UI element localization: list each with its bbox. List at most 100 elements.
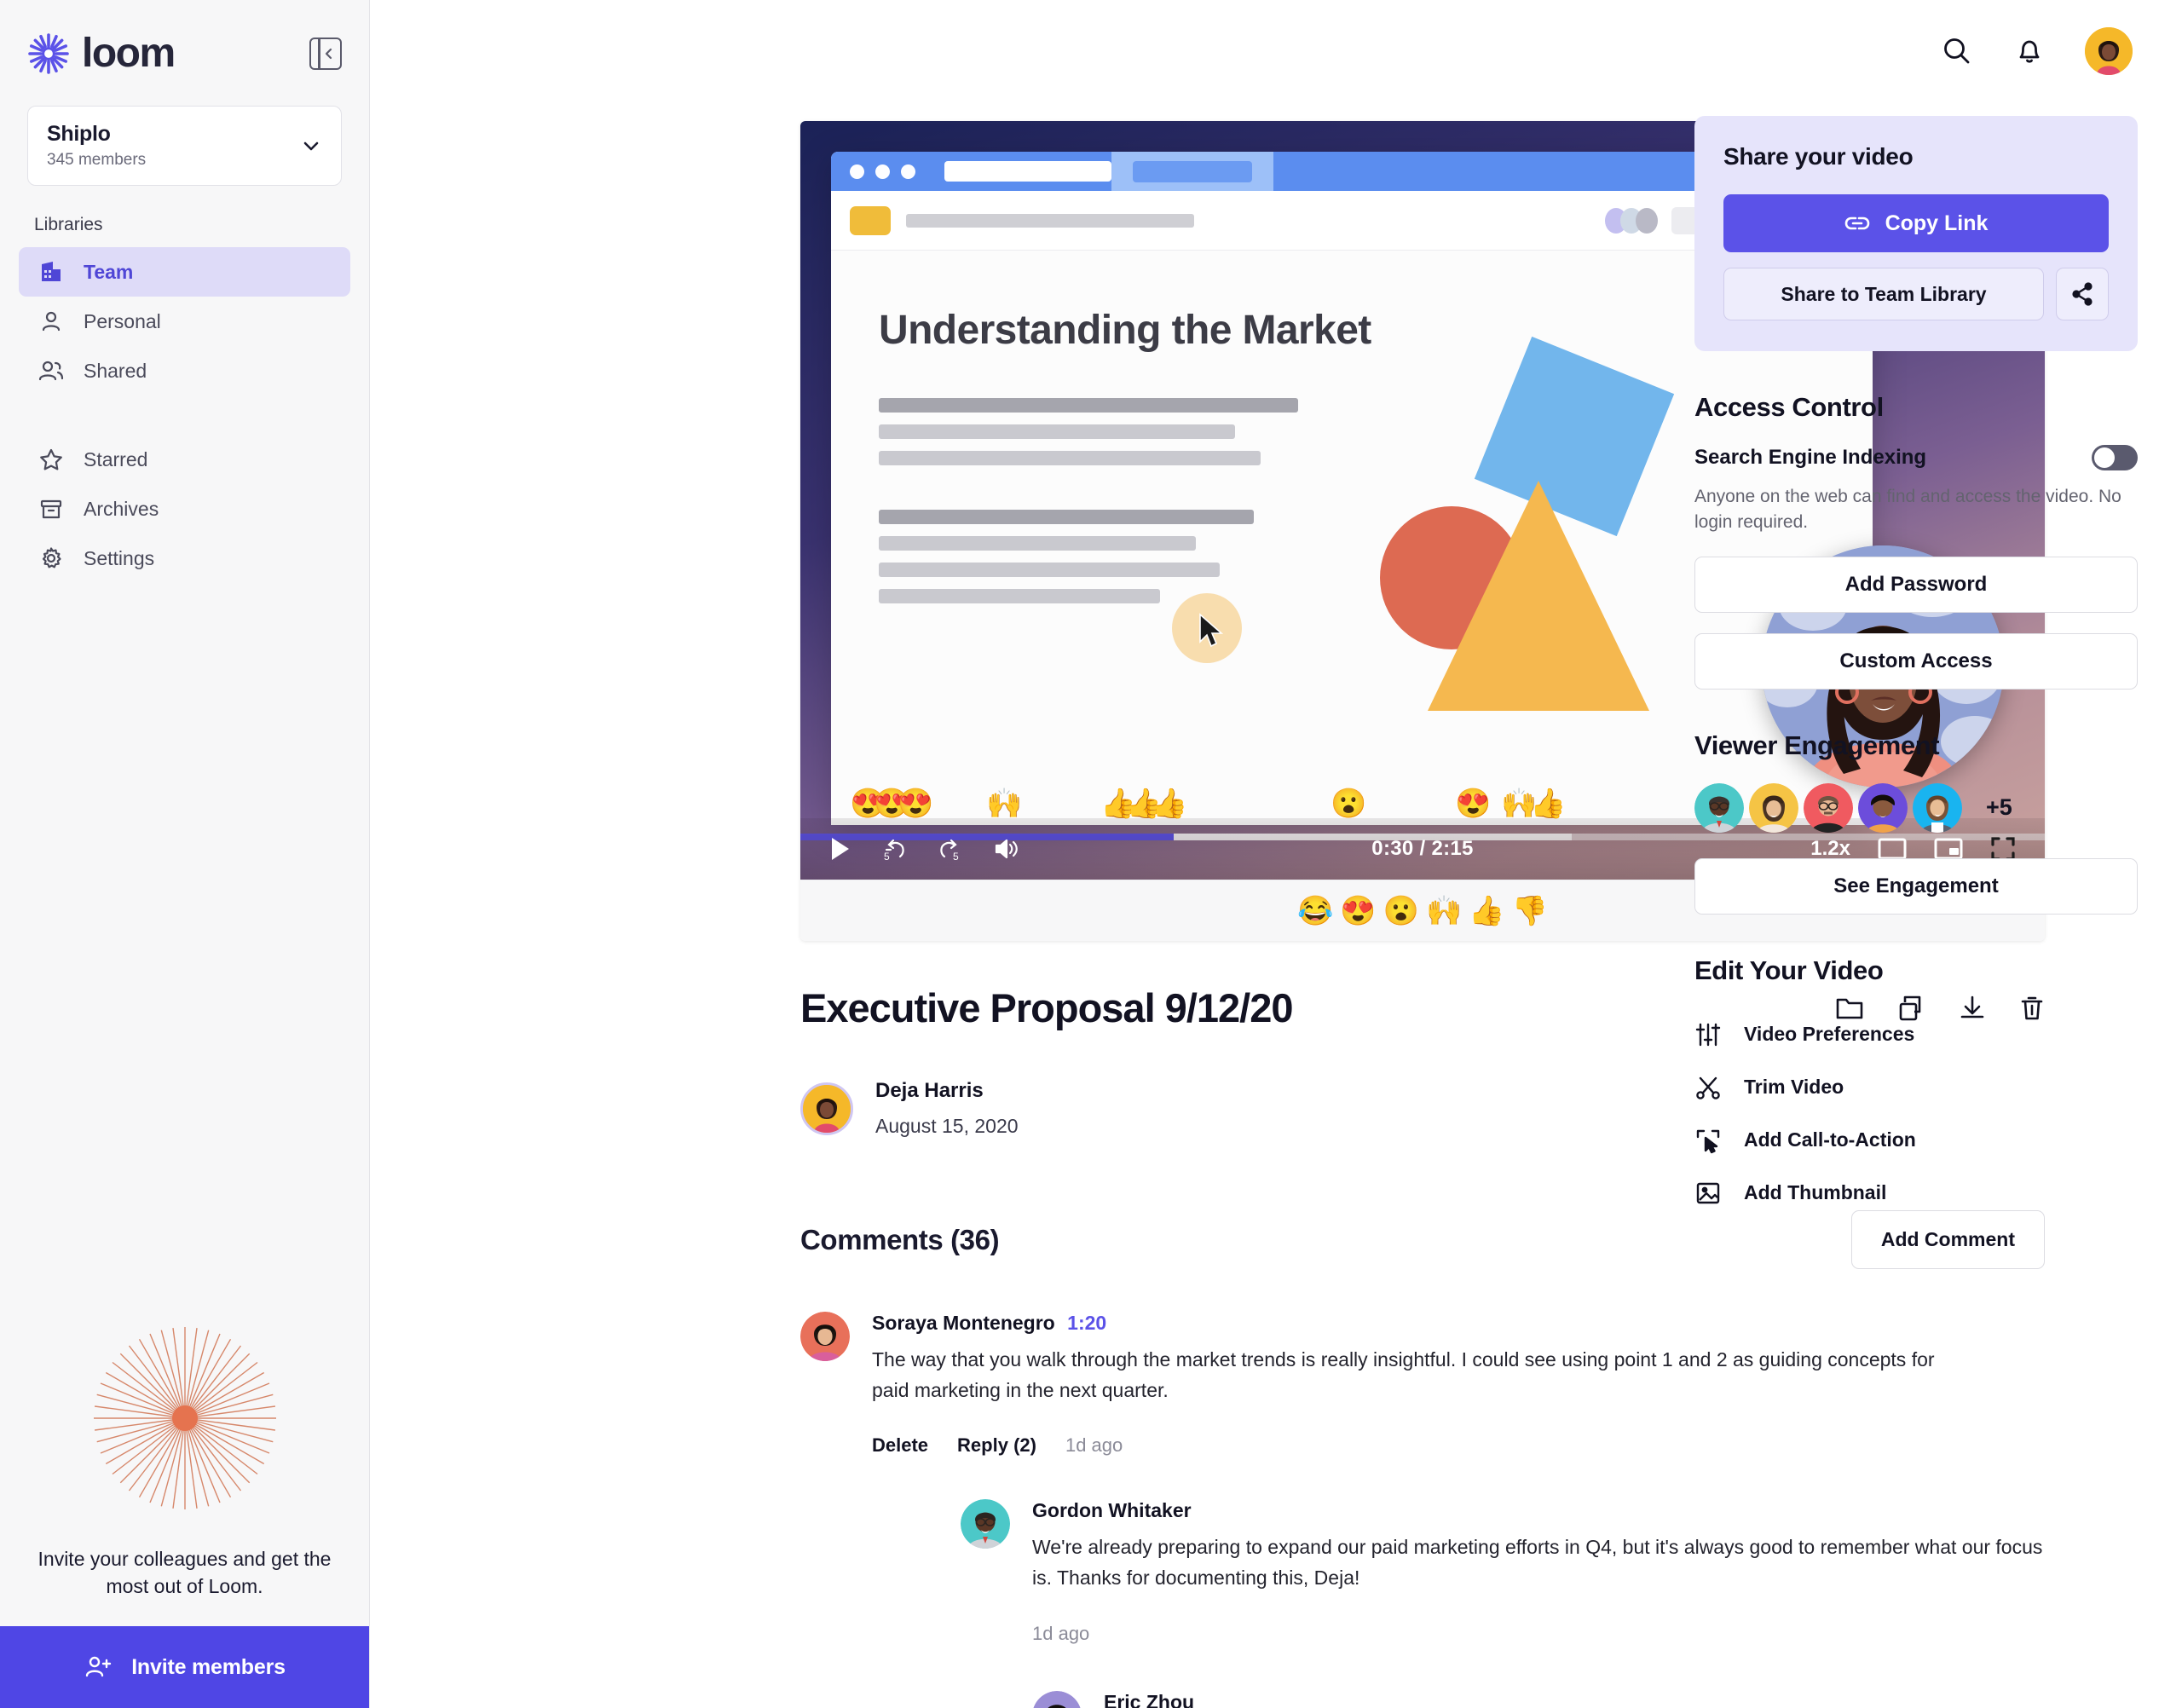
invite-promo-text: Invite your colleagues and get the most … [38,1547,332,1598]
person-plus-icon [84,1653,113,1682]
invite-members-button[interactable]: Invite members [0,1626,369,1708]
forward-5-icon[interactable]: 5 [937,835,964,863]
reaction-emoji: 👍 [1152,788,1188,820]
bell-icon[interactable] [2013,35,2046,67]
chevron-left-icon [323,48,335,60]
edit-item-label: Trim Video [1744,1076,1844,1099]
toolbar-avatar-3 [1636,207,1658,234]
add-password-button[interactable]: Add Password [1694,556,2138,613]
search-icon[interactable] [1940,34,1974,68]
person-icon [38,309,65,334]
link-icon [1844,212,1870,234]
app-root: loom Shiplo 345 members Libraries Team P… [0,0,2182,1708]
play-icon[interactable] [829,836,851,862]
starburst-illustration-icon [87,1320,283,1516]
building-icon [38,259,65,285]
edit-item-label: Add Call-to-Action [1744,1128,1916,1151]
slide-line [879,424,1235,439]
comment-timestamp[interactable]: 1:20 [1067,1312,1106,1334]
sliders-icon [1694,1021,1722,1048]
panel-collapse-icon[interactable] [309,38,342,70]
comments-heading: Comments (36) [800,1223,1000,1255]
avatar[interactable] [1913,782,1962,833]
sidebar-item-archives[interactable]: Archives [19,484,350,534]
list-item: Eric Zhou [1032,1691,2045,1708]
sidebar-item-starred[interactable]: Starred [19,435,350,484]
avatar[interactable] [1858,782,1908,833]
brand-row: loom [27,26,342,82]
copy-link-label: Copy Link [1885,211,1989,235]
comment-actions: Delete Reply (2) 1d ago [872,1434,2045,1457]
workspace-switcher[interactable]: Shiplo 345 members [27,106,342,186]
people-icon [38,358,65,384]
archive-box-icon [38,496,65,522]
author-name: Deja Harris [875,1079,984,1102]
browser-tab-inactive [944,161,1111,182]
gear-icon [38,545,65,571]
reply-comment-button[interactable]: Reply (2) [957,1434,1036,1457]
sidebar-item-label: Shared [84,359,147,382]
comment-text: We're already preparing to expand our pa… [1032,1536,2043,1589]
comment-meta: Soraya Montenegro 1:20 [872,1312,2045,1335]
slide-line [879,536,1196,551]
scissors-icon [1694,1074,1722,1101]
emoji-raised-hands[interactable]: 🙌 [1426,897,1462,926]
see-engagement-button[interactable]: See Engagement [1694,857,2138,915]
trim-video-item[interactable]: Trim Video [1694,1061,2138,1114]
emoji-thumbs-up[interactable]: 👍 [1469,897,1504,926]
custom-access-button[interactable]: Custom Access [1694,632,2138,690]
emoji-surprised[interactable]: 😮 [1383,897,1419,926]
emoji-thumbs-down[interactable]: 👎 [1512,897,1548,926]
window-dots-icon [831,164,934,179]
sidebar: loom Shiplo 345 members Libraries Team P… [0,0,370,1708]
slide-line [879,589,1160,603]
svg-text:5: 5 [953,851,959,863]
video-preferences-item[interactable]: Video Preferences [1694,1008,2138,1061]
comment-body: Soraya Montenegro 1:20 The way that you … [872,1312,2045,1708]
libraries-label: Libraries [34,215,103,234]
sidebar-item-team[interactable]: Team [19,247,350,297]
star-icon [38,447,65,472]
sidebar-item-label: Starred [84,447,148,470]
topbar [370,0,2182,102]
add-call-to-action-item[interactable]: Add Call-to-Action [1694,1114,2138,1167]
sidebar-item-label: Archives [84,497,159,520]
emoji-heart-eyes[interactable]: 😍 [1340,897,1376,926]
slide-line [879,398,1298,413]
workspace-info: Shiplo 345 members [47,122,146,170]
add-thumbnail-item[interactable]: Add Thumbnail [1694,1167,2138,1220]
rewind-5-icon[interactable]: 5 [880,835,908,863]
sidebar-item-shared[interactable]: Shared [19,346,350,395]
toolbar-badge [850,205,891,235]
video-date: August 15, 2020 [875,1115,1019,1137]
share-to-team-library-button[interactable]: Share to Team Library [1723,268,2044,320]
emoji-laugh[interactable]: 😂 [1297,897,1333,926]
sidebar-item-personal[interactable]: Personal [19,297,350,346]
share-card: Share your video Copy Link Share to Team… [1694,116,2138,351]
sidebar-item-settings[interactable]: Settings [19,534,350,583]
sidebar-top: loom Shiplo 345 members Libraries [0,0,369,247]
workspace-members: 345 members [47,151,147,169]
share-nodes-icon[interactable] [2056,268,2109,320]
avatar[interactable] [1694,782,1744,833]
loom-logo[interactable]: loom [27,31,176,76]
delete-comment-button[interactable]: Delete [872,1434,928,1457]
loom-wordmark: loom [82,31,176,76]
main-content: Understanding the Market 😍 😍 😍 🙌 👍 👍 👍 😮… [370,0,2182,1708]
decorative-triangle-shape [1428,481,1649,711]
volume-icon[interactable] [993,836,1020,862]
edit-item-label: Add Thumbnail [1744,1181,1887,1204]
duration: 2:15 [1431,837,1474,860]
copy-link-button[interactable]: Copy Link [1723,194,2109,252]
sidebar-nav: Team Personal Shared Starred Archives Se… [0,247,369,583]
reaction-emoji: 🙌 [986,788,1023,820]
avatar[interactable] [1749,782,1798,833]
user-avatar[interactable] [2085,27,2133,75]
avatar[interactable] [1804,782,1853,833]
slide-line [879,563,1220,577]
list-item: Gordon Whitaker We're already preparing … [961,1499,2045,1708]
search-indexing-toggle[interactable] [2092,445,2138,470]
engagement-more-count[interactable]: +5 [1986,794,2012,821]
avatar [800,1312,850,1361]
